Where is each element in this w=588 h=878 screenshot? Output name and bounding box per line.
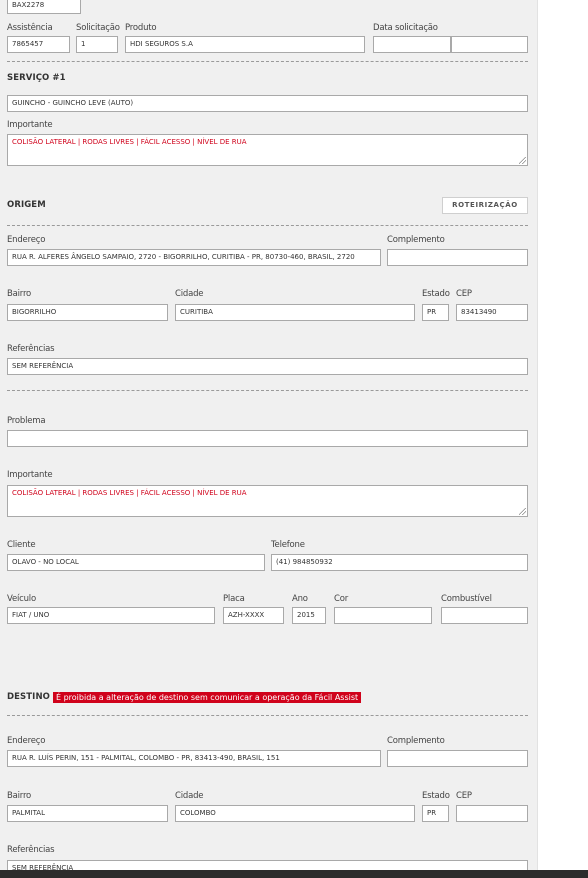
destino-estado-field[interactable]: PR (422, 805, 449, 822)
problema-importante-textarea[interactable]: COLISÃO LATERAL | RODAS LIVRES | FÁCIL A… (7, 485, 528, 517)
cor-field[interactable] (334, 607, 432, 624)
origem-estado-label: Estado (422, 289, 450, 299)
combustivel-field[interactable] (441, 607, 528, 624)
origem-estado-field[interactable]: PR (422, 304, 449, 321)
produto-label: Produto (125, 23, 157, 33)
combustivel-label: Combustível (441, 594, 492, 604)
assistencia-field[interactable]: 7865457 (7, 36, 70, 53)
divider (7, 390, 528, 391)
origem-complemento-field[interactable] (387, 249, 528, 266)
placa-label: Placa (223, 594, 245, 604)
origem-cidade-label: Cidade (175, 289, 204, 299)
destino-endereco-label: Endereço (7, 736, 46, 746)
origem-cidade-field[interactable]: CURITIBA (175, 304, 415, 321)
destino-complemento-label: Complemento (387, 736, 445, 746)
resize-grip-icon[interactable] (519, 157, 526, 164)
code-field[interactable]: BAX2278 (7, 0, 81, 14)
destino-estado-label: Estado (422, 791, 450, 801)
data-solicitacao-date-field[interactable] (373, 36, 451, 53)
servico-field[interactable]: GUINCHO - GUINCHO LEVE (AUTO) (7, 95, 528, 112)
divider (7, 225, 528, 226)
origem-referencias-label: Referências (7, 344, 55, 354)
placa-field[interactable]: AZH-XXXX (223, 607, 284, 624)
form-panel: BAX2278 Assistência 7865457 Solicitação … (0, 0, 537, 878)
destino-cidade-field[interactable]: COLOMBO (175, 805, 415, 822)
solicitacao-field[interactable]: 1 (76, 36, 118, 53)
origem-endereco-label: Endereço (7, 235, 46, 245)
problema-importante-text: COLISÃO LATERAL | RODAS LIVRES | FÁCIL A… (12, 489, 247, 497)
servico-importante-textarea[interactable]: COLISÃO LATERAL | RODAS LIVRES | FÁCIL A… (7, 134, 528, 166)
veiculo-label: Veículo (7, 594, 36, 604)
divider (7, 715, 528, 716)
cliente-label: Cliente (7, 540, 36, 550)
origem-bairro-label: Bairro (7, 289, 32, 299)
destino-cidade-label: Cidade (175, 791, 204, 801)
data-solicitacao-label: Data solicitação (373, 23, 438, 33)
cor-label: Cor (334, 594, 349, 604)
origem-endereco-field[interactable]: RUA R. ALFERES ÂNGELO SAMPAIO, 2720 - BI… (7, 249, 381, 266)
telefone-label: Telefone (271, 540, 305, 550)
destino-cep-field[interactable] (456, 805, 528, 822)
bottom-bar (0, 870, 588, 878)
problema-field[interactable] (7, 430, 528, 447)
veiculo-field[interactable]: FIAT / UNO (7, 607, 215, 624)
problema-label: Problema (7, 416, 46, 426)
origem-complemento-label: Complemento (387, 235, 445, 245)
ano-label: Ano (292, 594, 308, 604)
destino-complemento-field[interactable] (387, 750, 528, 767)
solicitacao-label: Solicitação (76, 23, 120, 33)
destino-bairro-field[interactable]: PALMITAL (7, 805, 168, 822)
destino-endereco-field[interactable]: RUA R. LUÍS PERIN, 151 - PALMITAL, COLOM… (7, 750, 381, 767)
origem-bairro-field[interactable]: BIGORRILHO (7, 304, 168, 321)
origem-cep-field[interactable]: 83413490 (456, 304, 528, 321)
cliente-field[interactable]: OLAVO - NO LOCAL (7, 554, 265, 571)
ano-field[interactable]: 2015 (292, 607, 326, 624)
origem-cep-label: CEP (456, 289, 472, 299)
servico-title: SERVIÇO #1 (7, 73, 66, 83)
roteirizacao-button[interactable]: ROTEIRIZAÇÃO (442, 197, 528, 214)
destino-referencias-label: Referências (7, 845, 55, 855)
produto-field[interactable]: HDI SEGUROS S.A (125, 36, 365, 53)
resize-grip-icon[interactable] (519, 508, 526, 515)
right-pane (537, 0, 588, 878)
destino-bairro-label: Bairro (7, 791, 32, 801)
origem-title: ORIGEM (7, 200, 46, 210)
servico-importante-label: Importante (7, 120, 53, 130)
problema-importante-label: Importante (7, 470, 53, 480)
servico-importante-text: COLISÃO LATERAL | RODAS LIVRES | FÁCIL A… (12, 138, 247, 146)
data-solicitacao-time-field[interactable] (451, 36, 528, 53)
origem-referencias-field[interactable]: SEM REFERÊNCIA (7, 358, 528, 375)
destino-warning-badge: É proibida a alteração de destino sem co… (53, 692, 362, 703)
assistencia-label: Assistência (7, 23, 53, 33)
divider (7, 61, 528, 62)
destino-title: DESTINO (7, 692, 50, 702)
telefone-field[interactable]: (41) 984850932 (271, 554, 528, 571)
destino-cep-label: CEP (456, 791, 472, 801)
